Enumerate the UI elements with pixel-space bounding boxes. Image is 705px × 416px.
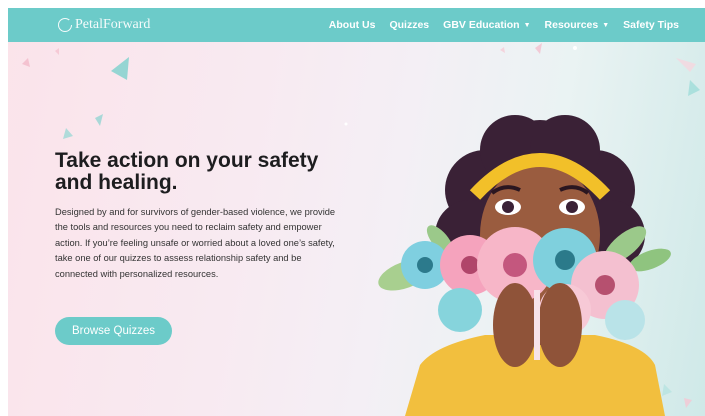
nav-item-label: Quizzes <box>389 19 430 31</box>
nav-item-label: About Us <box>328 19 376 31</box>
page: PetalForward About Us Quizzes GBV Educat… <box>0 0 705 416</box>
nav-item-safety-tips[interactable]: Safety Tips <box>623 19 679 31</box>
chevron-down-icon: ▼ <box>602 21 610 29</box>
frame-edge-top <box>0 0 705 8</box>
chevron-down-icon: ▼ <box>523 21 531 29</box>
site-logo[interactable]: PetalForward <box>58 17 150 33</box>
nav-item-resources[interactable]: Resources ▼ <box>545 19 610 31</box>
logo-text: PetalForward <box>75 17 151 32</box>
nav-item-gbv-education[interactable]: GBV Education ▼ <box>443 19 530 31</box>
hero-title: Take action on your safety and healing. <box>55 149 319 194</box>
logo-icon <box>58 18 74 32</box>
nav-item-label: Safety Tips <box>623 19 679 31</box>
nav-item-about-us[interactable]: About Us <box>329 19 376 31</box>
nav-menu: About Us Quizzes GBV Education ▼ Resource… <box>329 19 679 31</box>
hero-description: Designed by and for survivors of gender-… <box>55 207 336 279</box>
nav-item-quizzes[interactable]: Quizzes <box>389 19 429 31</box>
browse-quizzes-button[interactable]: Browse Quizzes <box>55 317 172 345</box>
woman-with-flowers-illustration <box>378 115 671 416</box>
nav-item-label: Resources <box>544 19 599 31</box>
top-navigation-bar: PetalForward About Us Quizzes GBV Educat… <box>8 8 705 42</box>
nav-item-label: GBV Education <box>443 19 520 31</box>
